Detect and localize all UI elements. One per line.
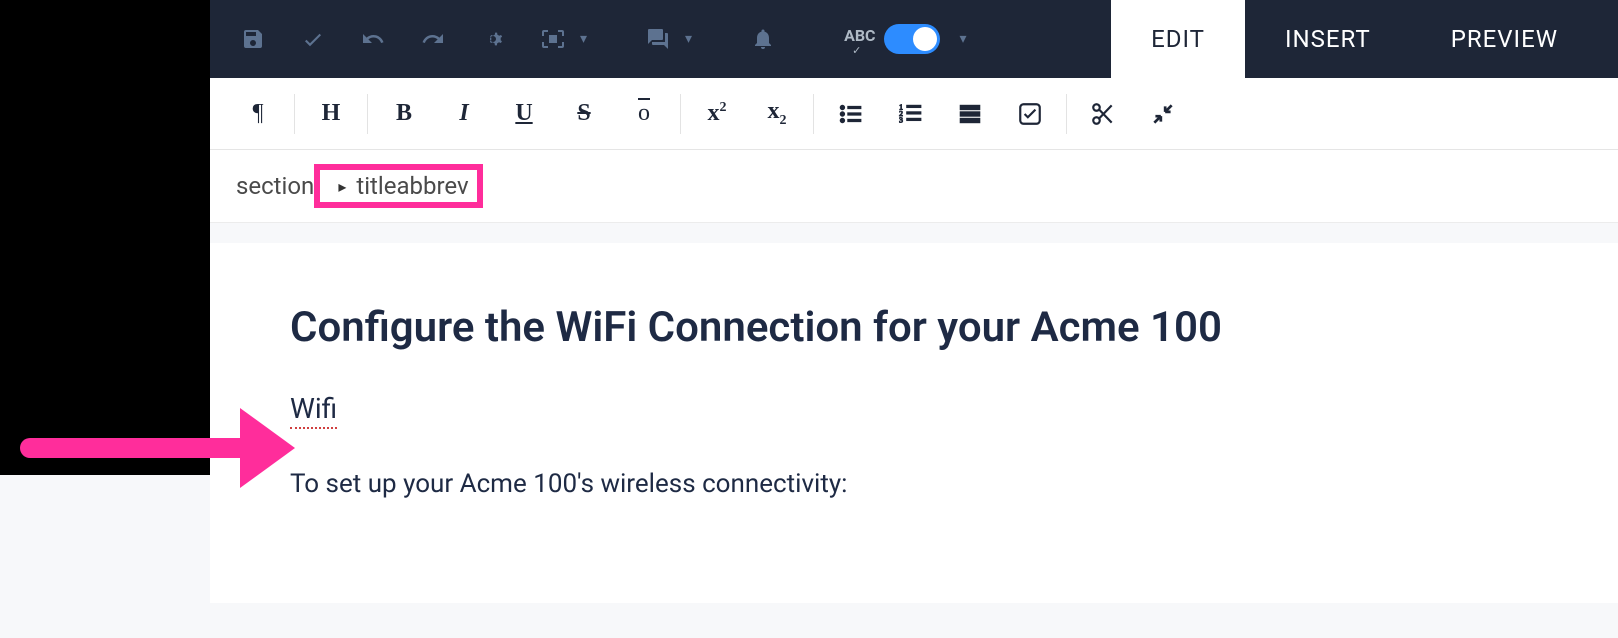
tab-preview[interactable]: PREVIEW	[1411, 0, 1598, 78]
save-icon[interactable]	[230, 16, 276, 62]
chevron-right-icon: ▸	[338, 177, 346, 196]
bold-button[interactable]: B	[374, 90, 434, 138]
overline-button[interactable]: o	[614, 90, 674, 138]
spellcheck-label: ABC ✓	[844, 30, 869, 49]
bulleted-list-button[interactable]	[820, 90, 880, 138]
body-paragraph[interactable]: To set up your Acme 100's wireless conne…	[290, 469, 1538, 499]
chevron-down-icon[interactable]: ▾	[685, 31, 692, 47]
page-title[interactable]: Configure the WiFi Connection for your A…	[290, 303, 1538, 352]
breadcrumb: section ▸ titleabbrev	[210, 150, 1618, 223]
chevron-down-icon[interactable]: ▾	[960, 31, 967, 47]
checklist-button[interactable]	[1000, 90, 1060, 138]
title-abbrev-field[interactable]: Wifi	[290, 392, 337, 429]
breadcrumb-titleabbrev[interactable]: titleabbrev	[356, 172, 468, 200]
paragraph-button[interactable]: ¶	[228, 90, 288, 138]
tab-edit[interactable]: EDIT	[1111, 0, 1245, 78]
frame-icon[interactable]	[530, 16, 576, 62]
collapse-icon[interactable]	[1133, 90, 1193, 138]
superscript-button[interactable]: x2	[687, 90, 747, 138]
cut-icon[interactable]	[1073, 90, 1133, 138]
highlighted-breadcrumb: ▸ titleabbrev	[314, 164, 482, 208]
underline-button[interactable]: U	[494, 90, 554, 138]
format-toolbar: ¶ H B I U S o x2 x2 123	[210, 78, 1618, 150]
check-icon[interactable]	[290, 16, 336, 62]
italic-button[interactable]: I	[434, 90, 494, 138]
spellcheck-toggle[interactable]	[884, 24, 940, 54]
redo-icon[interactable]	[410, 16, 456, 62]
undo-icon[interactable]	[350, 16, 396, 62]
top-toolbar: ▾ ▾ ABC ✓ ▾ EDIT INSERT PREVIEW	[210, 0, 1618, 78]
numbered-list-button[interactable]: 123	[880, 90, 940, 138]
document-content[interactable]: Configure the WiFi Connection for your A…	[210, 243, 1618, 603]
breadcrumb-section[interactable]: section	[236, 172, 314, 200]
comments-icon[interactable]	[635, 16, 681, 62]
tab-insert[interactable]: INSERT	[1245, 0, 1411, 78]
chevron-down-icon[interactable]: ▾	[580, 31, 587, 47]
heading-button[interactable]: H	[301, 90, 361, 138]
block-list-button[interactable]	[940, 90, 1000, 138]
strikethrough-button[interactable]: S	[554, 90, 614, 138]
gear-icon[interactable]	[470, 16, 516, 62]
bell-icon[interactable]	[740, 16, 786, 62]
svg-text:3: 3	[899, 115, 903, 124]
subscript-button[interactable]: x2	[747, 90, 807, 138]
mode-tabs: EDIT INSERT PREVIEW	[1111, 0, 1598, 78]
